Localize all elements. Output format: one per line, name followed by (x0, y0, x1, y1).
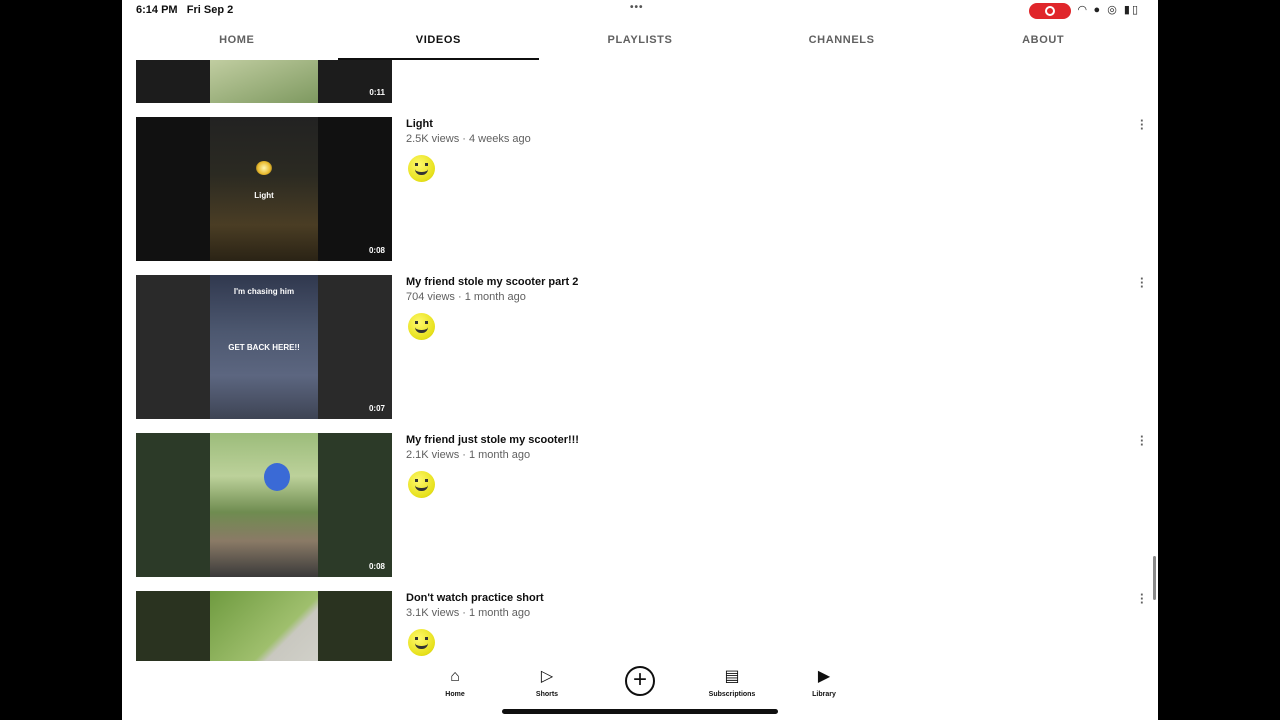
thumbnail-image (210, 60, 318, 103)
scrollbar[interactable] (1153, 556, 1156, 600)
focus-icon: ◎ (1107, 4, 1119, 16)
nav-label: Shorts (535, 691, 559, 698)
video-row[interactable]: Light 0:08 Light 2.5K views · 4 weeks ag… (136, 114, 1144, 261)
duration-badge: 0:08 (368, 246, 385, 255)
video-title[interactable]: Don't watch practice short (406, 592, 1106, 604)
battery-icon: ▮▯ (1123, 4, 1141, 16)
thumbnail-caption: Light (254, 191, 274, 200)
shorts-icon: ▷ (540, 668, 554, 685)
thumbnail-image (210, 117, 318, 261)
person-figure (264, 463, 290, 491)
video-row[interactable]: Don't watch practice short 3.1K views · … (136, 588, 1144, 661)
status-time: 6:14 PM Fri Sep 2 (136, 4, 234, 16)
record-icon (1045, 6, 1055, 16)
video-thumbnail[interactable]: 0:08 (136, 433, 392, 577)
video-row[interactable]: 0:11 (136, 60, 1144, 103)
wifi-icon: ◠ (1078, 4, 1089, 16)
home-indicator[interactable] (502, 709, 778, 714)
nav-home[interactable]: ⌂ Home (415, 667, 495, 698)
more-options-icon[interactable]: · · · (1140, 114, 1144, 135)
more-options-icon[interactable]: · · · (1140, 430, 1144, 451)
video-meta: My friend just stole my scooter!!! 2.1K … (406, 433, 1106, 461)
video-stats: 704 views · 1 month ago (406, 291, 526, 303)
thumbnail-caption: GET BACK HERE!! (228, 343, 300, 352)
video-meta: My friend stole my scooter part 2 704 vi… (406, 275, 1106, 303)
channel-avatar[interactable] (408, 629, 435, 656)
duration-badge: 0:08 (368, 562, 385, 571)
channel-avatar[interactable] (408, 313, 435, 340)
thumbnail-caption: I'm chasing him (233, 287, 295, 296)
subscriptions-icon: ▤ (724, 668, 740, 685)
video-thumbnail[interactable] (136, 591, 392, 661)
duration-badge: 0:07 (368, 404, 385, 413)
youtube-channel-screen: 6:14 PM Fri Sep 2 ••• ◠ ● ◎ ▮▯ HOME VIDE… (122, 0, 1158, 720)
video-thumbnail[interactable]: Light 0:08 (136, 117, 392, 261)
channel-avatar[interactable] (408, 155, 435, 182)
video-title[interactable]: My friend just stole my scooter!!! (406, 434, 1106, 446)
nav-label: Subscriptions (708, 691, 756, 698)
nav-subscriptions[interactable]: ▤ Subscriptions (692, 667, 772, 698)
thumbnail-image (210, 433, 318, 577)
video-stats: 3.1K views · 1 month ago (406, 607, 531, 619)
video-meta: Light 2.5K views · 4 weeks ago (406, 117, 1106, 145)
tab-videos[interactable]: VIDEOS (337, 28, 540, 60)
status-bar: 6:14 PM Fri Sep 2 ••• ◠ ● ◎ ▮▯ (122, 0, 1158, 22)
nav-shorts[interactable]: ▷ Shorts (507, 667, 587, 698)
light-glow (256, 161, 272, 175)
video-title[interactable]: My friend stole my scooter part 2 (406, 276, 1106, 288)
location-icon: ● (1093, 4, 1103, 16)
status-icons: ◠ ● ◎ ▮▯ (1078, 3, 1140, 16)
thumbnail-image (210, 591, 318, 661)
video-stats: 2.5K views · 4 weeks ago (406, 133, 531, 145)
more-options-icon[interactable]: · · · (1140, 272, 1144, 293)
tab-channels[interactable]: CHANNELS (741, 28, 943, 60)
home-icon: ⌂ (450, 668, 460, 685)
library-icon: ▶ (817, 668, 831, 685)
bottom-navigation: ⌂ Home ▷ Shorts + ▤ Subscriptions ▶ Libr… (122, 661, 1158, 720)
video-thumbnail[interactable]: 0:11 (136, 60, 392, 103)
screen-recording-indicator[interactable] (1029, 3, 1071, 19)
channel-tabs: HOME VIDEOS PLAYLISTS CHANNELS ABOUT (136, 28, 1144, 60)
channel-avatar[interactable] (408, 471, 435, 498)
video-meta: Don't watch practice short 3.1K views · … (406, 591, 1106, 619)
video-row[interactable]: 0:08 My friend just stole my scooter!!! … (136, 430, 1144, 577)
video-title[interactable]: Light (406, 118, 1106, 130)
tab-playlists[interactable]: PLAYLISTS (539, 28, 741, 60)
plus-icon: + (632, 666, 647, 693)
duration-badge: 0:11 (369, 88, 385, 97)
tab-home[interactable]: HOME (136, 28, 338, 60)
video-row[interactable]: I'm chasing him GET BACK HERE!! 0:07 My … (136, 272, 1144, 419)
tab-about[interactable]: ABOUT (942, 28, 1144, 60)
multitasking-dots[interactable]: ••• (630, 2, 644, 13)
more-options-icon[interactable]: · · · (1140, 588, 1144, 609)
video-stats: 2.1K views · 1 month ago (406, 449, 531, 461)
nav-library[interactable]: ▶ Library (784, 667, 864, 698)
video-thumbnail[interactable]: I'm chasing him GET BACK HERE!! 0:07 (136, 275, 392, 419)
nav-label: Library (812, 691, 836, 698)
nav-label: Home (445, 691, 465, 698)
video-list: 0:11 Light 0:08 Light 2.5K views · 4 wee… (136, 60, 1144, 661)
create-button[interactable]: + (625, 666, 655, 696)
